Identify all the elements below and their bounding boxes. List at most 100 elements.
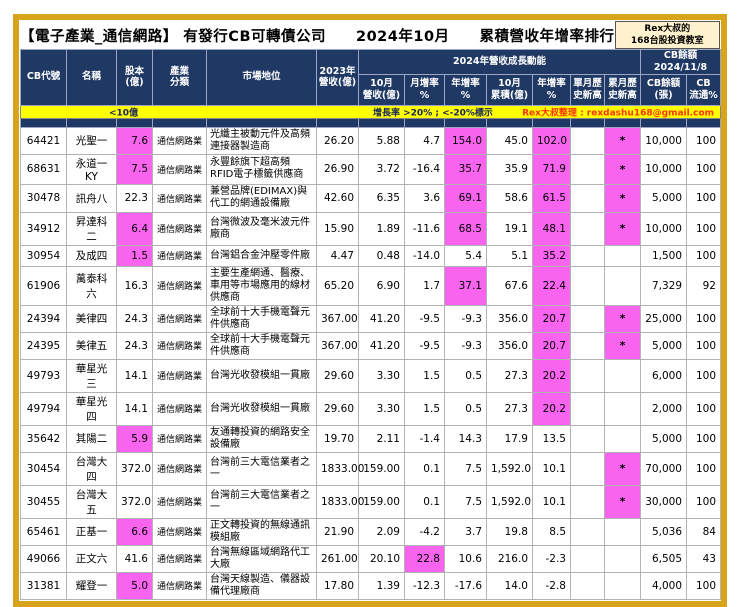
spacer-cell [152, 117, 207, 128]
cell-cb-balance: 70,000 [640, 451, 687, 486]
cell-oct-cum: 5.1 [486, 244, 533, 267]
cell-code: 34912 [20, 211, 67, 246]
spacer-row [20, 117, 721, 128]
cell-mom-pct: 22.8 [404, 544, 445, 573]
cell-industry: 通信網路業 [152, 211, 207, 246]
spacer-cell [66, 117, 117, 128]
cell-oct-cum: 19.1 [486, 211, 533, 246]
cell-rev-2023: 19.70 [316, 424, 359, 453]
cell-cb-float-pct: 100 [686, 304, 721, 333]
cell-cb-float-pct: 100 [686, 126, 721, 155]
spacer-cell [444, 117, 487, 128]
cell-cum-month-high [604, 571, 641, 600]
cell-single-month-high [570, 424, 605, 453]
cell-oct-cum: 19.8 [486, 517, 533, 546]
cell-cb-float-pct: 84 [686, 517, 721, 546]
cell-yoy-pct: 14.3 [444, 424, 487, 453]
cell-cb-float-pct: 100 [686, 244, 721, 267]
page-title: 【電子產業_通信網路】 有發行CB可轉債公司 2024年10月 累積營收年增率排… [20, 21, 615, 49]
cell-cb-balance: 10,000 [640, 126, 687, 155]
cell-cb-balance: 6,000 [640, 358, 687, 393]
cb-companies-table: CB代號 名稱 股本 (億) 產業 分類 市場地位 2023年 營收(億) 20… [20, 49, 721, 600]
cell-industry: 通信網路業 [152, 331, 207, 360]
group-header-cb-balance: CB餘額 2024/11/8 [640, 49, 721, 75]
brand-box: Rex大叔的 168台股投資教室 [614, 21, 720, 49]
table-row: 31381 耀登一 5.0 通信網路業 台灣天線製造、儀器設備代理廠商 17.80 1.39… [20, 571, 721, 600]
cell-name: 華星光四 [66, 391, 117, 426]
cell-cum-yoy-pct: 71.9 [532, 153, 571, 185]
cell-yoy-pct: 69.1 [444, 183, 487, 213]
cell-yoy-pct: -9.3 [444, 304, 487, 333]
cell-oct-rev: 3.72 [358, 153, 405, 185]
spacer-cell [640, 117, 687, 128]
cell-cum-month-high [604, 265, 641, 306]
cell-cb-balance: 30,000 [640, 484, 687, 519]
title-bar: 【電子產業_通信網路】 有發行CB可轉債公司 2024年10月 累積營收年增率排… [20, 21, 720, 49]
cell-industry: 通信網路業 [152, 126, 207, 155]
cell-cb-balance: 4,000 [640, 571, 687, 600]
cell-cb-float-pct: 100 [686, 211, 721, 246]
cell-capital: 1.5 [116, 244, 153, 267]
cell-industry: 通信網路業 [152, 451, 207, 486]
cell-cb-float-pct: 100 [686, 571, 721, 600]
cell-yoy-pct: 37.1 [444, 265, 487, 306]
cell-market: 兼營品牌(EDIMAX)與代工的網通設備廠 [206, 183, 317, 213]
cell-yoy-pct: 0.5 [444, 391, 487, 426]
cell-oct-rev: 2.09 [358, 517, 405, 546]
cell-name: 美律四 [66, 304, 117, 333]
cell-name: 美律五 [66, 331, 117, 360]
cell-oct-cum: 45.0 [486, 126, 533, 155]
cell-cum-month-high: * [604, 451, 641, 486]
cell-oct-rev: 6.90 [358, 265, 405, 306]
table-row: 65461 正基一 6.6 通信網路業 正文轉投資的無線通訊模組廠 21.90 2.09 -4… [20, 517, 721, 546]
cell-rev-2023: 29.60 [316, 391, 359, 426]
cell-single-month-high [570, 211, 605, 246]
spacer-cell [316, 117, 359, 128]
cell-cum-yoy-pct: 13.5 [532, 424, 571, 453]
capital-legend: <10億 [109, 108, 139, 119]
cell-cum-yoy-pct: 20.2 [532, 358, 571, 393]
cell-industry: 通信網路業 [152, 484, 207, 519]
cell-cum-yoy-pct: 35.2 [532, 244, 571, 267]
col-header-market: 市場地位 [206, 49, 317, 106]
cell-single-month-high [570, 331, 605, 360]
cell-cum-yoy-pct: 20.7 [532, 331, 571, 360]
cell-name: 耀登一 [66, 571, 117, 600]
cell-cum-yoy-pct: 61.5 [532, 183, 571, 213]
cell-mom-pct: -14.0 [404, 244, 445, 267]
col-header-oct-rev: 10月 營收(億) [358, 73, 405, 106]
cell-yoy-pct: -9.3 [444, 331, 487, 360]
cell-industry: 通信網路業 [152, 244, 207, 267]
cell-cum-month-high: * [604, 183, 641, 213]
cell-yoy-pct: 3.7 [444, 517, 487, 546]
cell-rev-2023: 29.60 [316, 358, 359, 393]
cell-market: 台灣鋁合金沖壓零件廠 [206, 244, 317, 267]
col-header-capital: 股本 (億) [116, 49, 153, 106]
cell-oct-cum: 67.6 [486, 265, 533, 306]
table-row: 24395 美律五 24.3 通信網路業 全球前十大手機電聲元件供應商 367.00 41.… [20, 331, 721, 360]
cell-oct-cum: 356.0 [486, 304, 533, 333]
cell-yoy-pct: 7.5 [444, 484, 487, 519]
cell-oct-cum: 14.0 [486, 571, 533, 600]
cell-mom-pct: -16.4 [404, 153, 445, 185]
cell-name: 昇達科二 [66, 211, 117, 246]
cell-rev-2023: 26.20 [316, 126, 359, 155]
col-header-rev-2023: 2023年 營收(億) [316, 49, 359, 106]
cell-market: 台灣無線區域網路代工大廠 [206, 544, 317, 573]
table-row: 30478 訊舟八 22.3 通信網路業 兼營品牌(EDIMAX)與代工的網通設備廠 42… [20, 183, 721, 213]
col-header-yoy: 年增率 % [444, 73, 487, 106]
cell-industry: 通信網路業 [152, 358, 207, 393]
cell-capital: 22.3 [116, 183, 153, 213]
cell-cum-month-high: * [604, 484, 641, 519]
cell-rev-2023: 261.00 [316, 544, 359, 573]
cell-name: 永道一KY [66, 153, 117, 185]
cell-market: 全球前十大手機電聲元件供應商 [206, 331, 317, 360]
cell-capital: 24.3 [116, 331, 153, 360]
cell-code: 24395 [20, 331, 67, 360]
cell-mom-pct: -12.3 [404, 571, 445, 600]
cell-oct-rev: 1.39 [358, 571, 405, 600]
cell-industry: 通信網路業 [152, 424, 207, 453]
cell-yoy-pct: 68.5 [444, 211, 487, 246]
legend-row: <10億 增長率 >20% ; <-20%標示 Rex大叔整理 : rexdas… [20, 104, 721, 119]
cell-name: 光聖一 [66, 126, 117, 155]
